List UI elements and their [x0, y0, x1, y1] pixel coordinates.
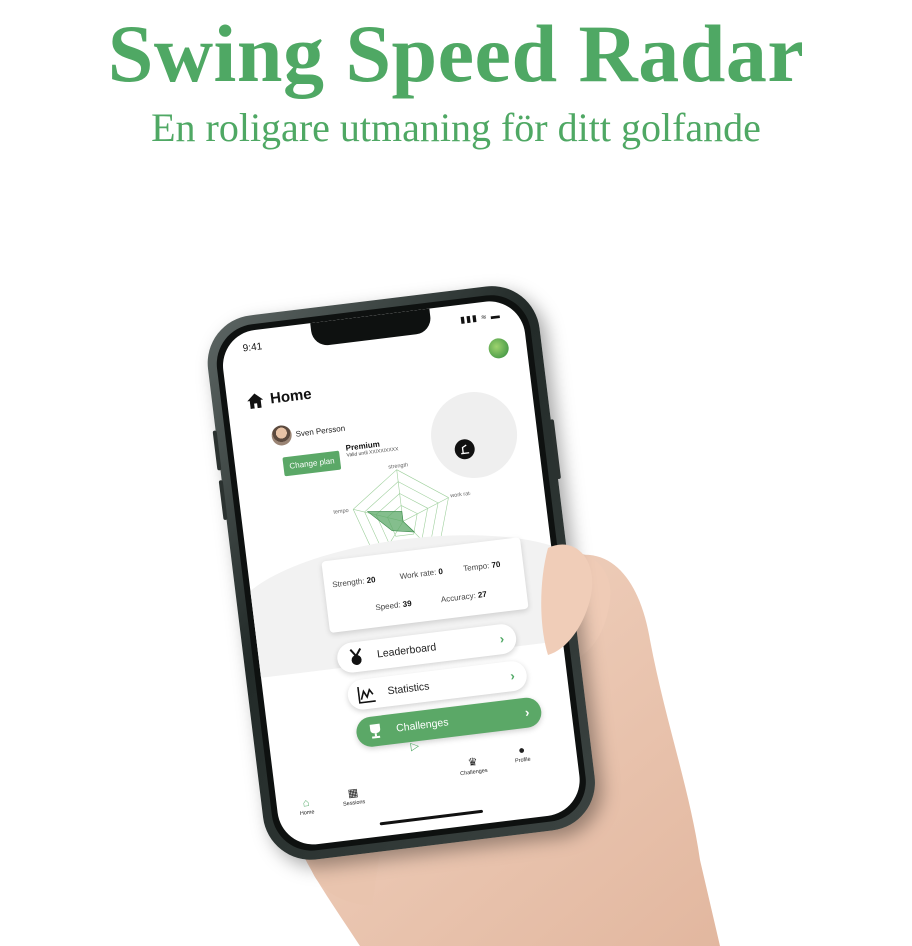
tab-profile[interactable]: ● Profile	[513, 744, 531, 765]
app-logo-icon[interactable]	[487, 337, 510, 360]
challenges-label: Challenges	[395, 716, 450, 735]
status-icons: ▮▮▮ ≈ ▬	[459, 309, 502, 325]
home-indicator	[379, 809, 484, 826]
avatar[interactable]	[270, 424, 293, 447]
phone-notch	[310, 308, 433, 347]
statistics-label: Statistics	[386, 680, 431, 698]
tab-home-label: Home	[299, 809, 315, 818]
user-name: Sven Persson	[295, 423, 346, 439]
stat-accuracy: Accuracy: 27	[440, 589, 488, 605]
radar-label-work-rate: work rate	[449, 491, 473, 500]
tab-challenges[interactable]: ♛ Challenges	[458, 755, 488, 777]
tab-sessions[interactable]: ▦ Sessions	[341, 786, 366, 808]
chevron-right-icon: ›	[498, 630, 505, 647]
stat-speed: Speed: 39	[374, 598, 413, 613]
radar-label-strength: strength	[388, 462, 408, 470]
leaderboard-label: Leaderboard	[376, 641, 437, 661]
stat-tempo: Tempo: 70	[462, 559, 501, 574]
tab-sessions-label: Sessions	[342, 799, 366, 808]
screen-title: Home	[269, 385, 313, 408]
trophy-icon	[369, 723, 381, 739]
chart-icon	[357, 686, 376, 704]
stat-work-rate: Work rate: 0	[399, 566, 444, 582]
radar-label-tempo: tempo	[333, 508, 349, 516]
tab-home[interactable]: ⌂ Home	[298, 796, 315, 817]
medal-icon	[349, 647, 362, 665]
tab-profile-label: Profile	[514, 756, 531, 765]
stat-strength: Strength: 20	[331, 575, 377, 590]
chevron-right-icon: ›	[509, 667, 516, 684]
play-icon[interactable]: ▷	[410, 739, 420, 753]
home-icon	[247, 393, 264, 410]
status-time: 9:41	[242, 341, 263, 355]
chevron-right-icon: ›	[523, 704, 531, 720]
phone-screen: 9:41 ▮▮▮ ≈ ▬ Home Sven Persson Change pl…	[218, 297, 584, 849]
phone-mockup: 9:41 ▮▮▮ ≈ ▬ Home Sven Persson Change pl…	[202, 279, 616, 877]
